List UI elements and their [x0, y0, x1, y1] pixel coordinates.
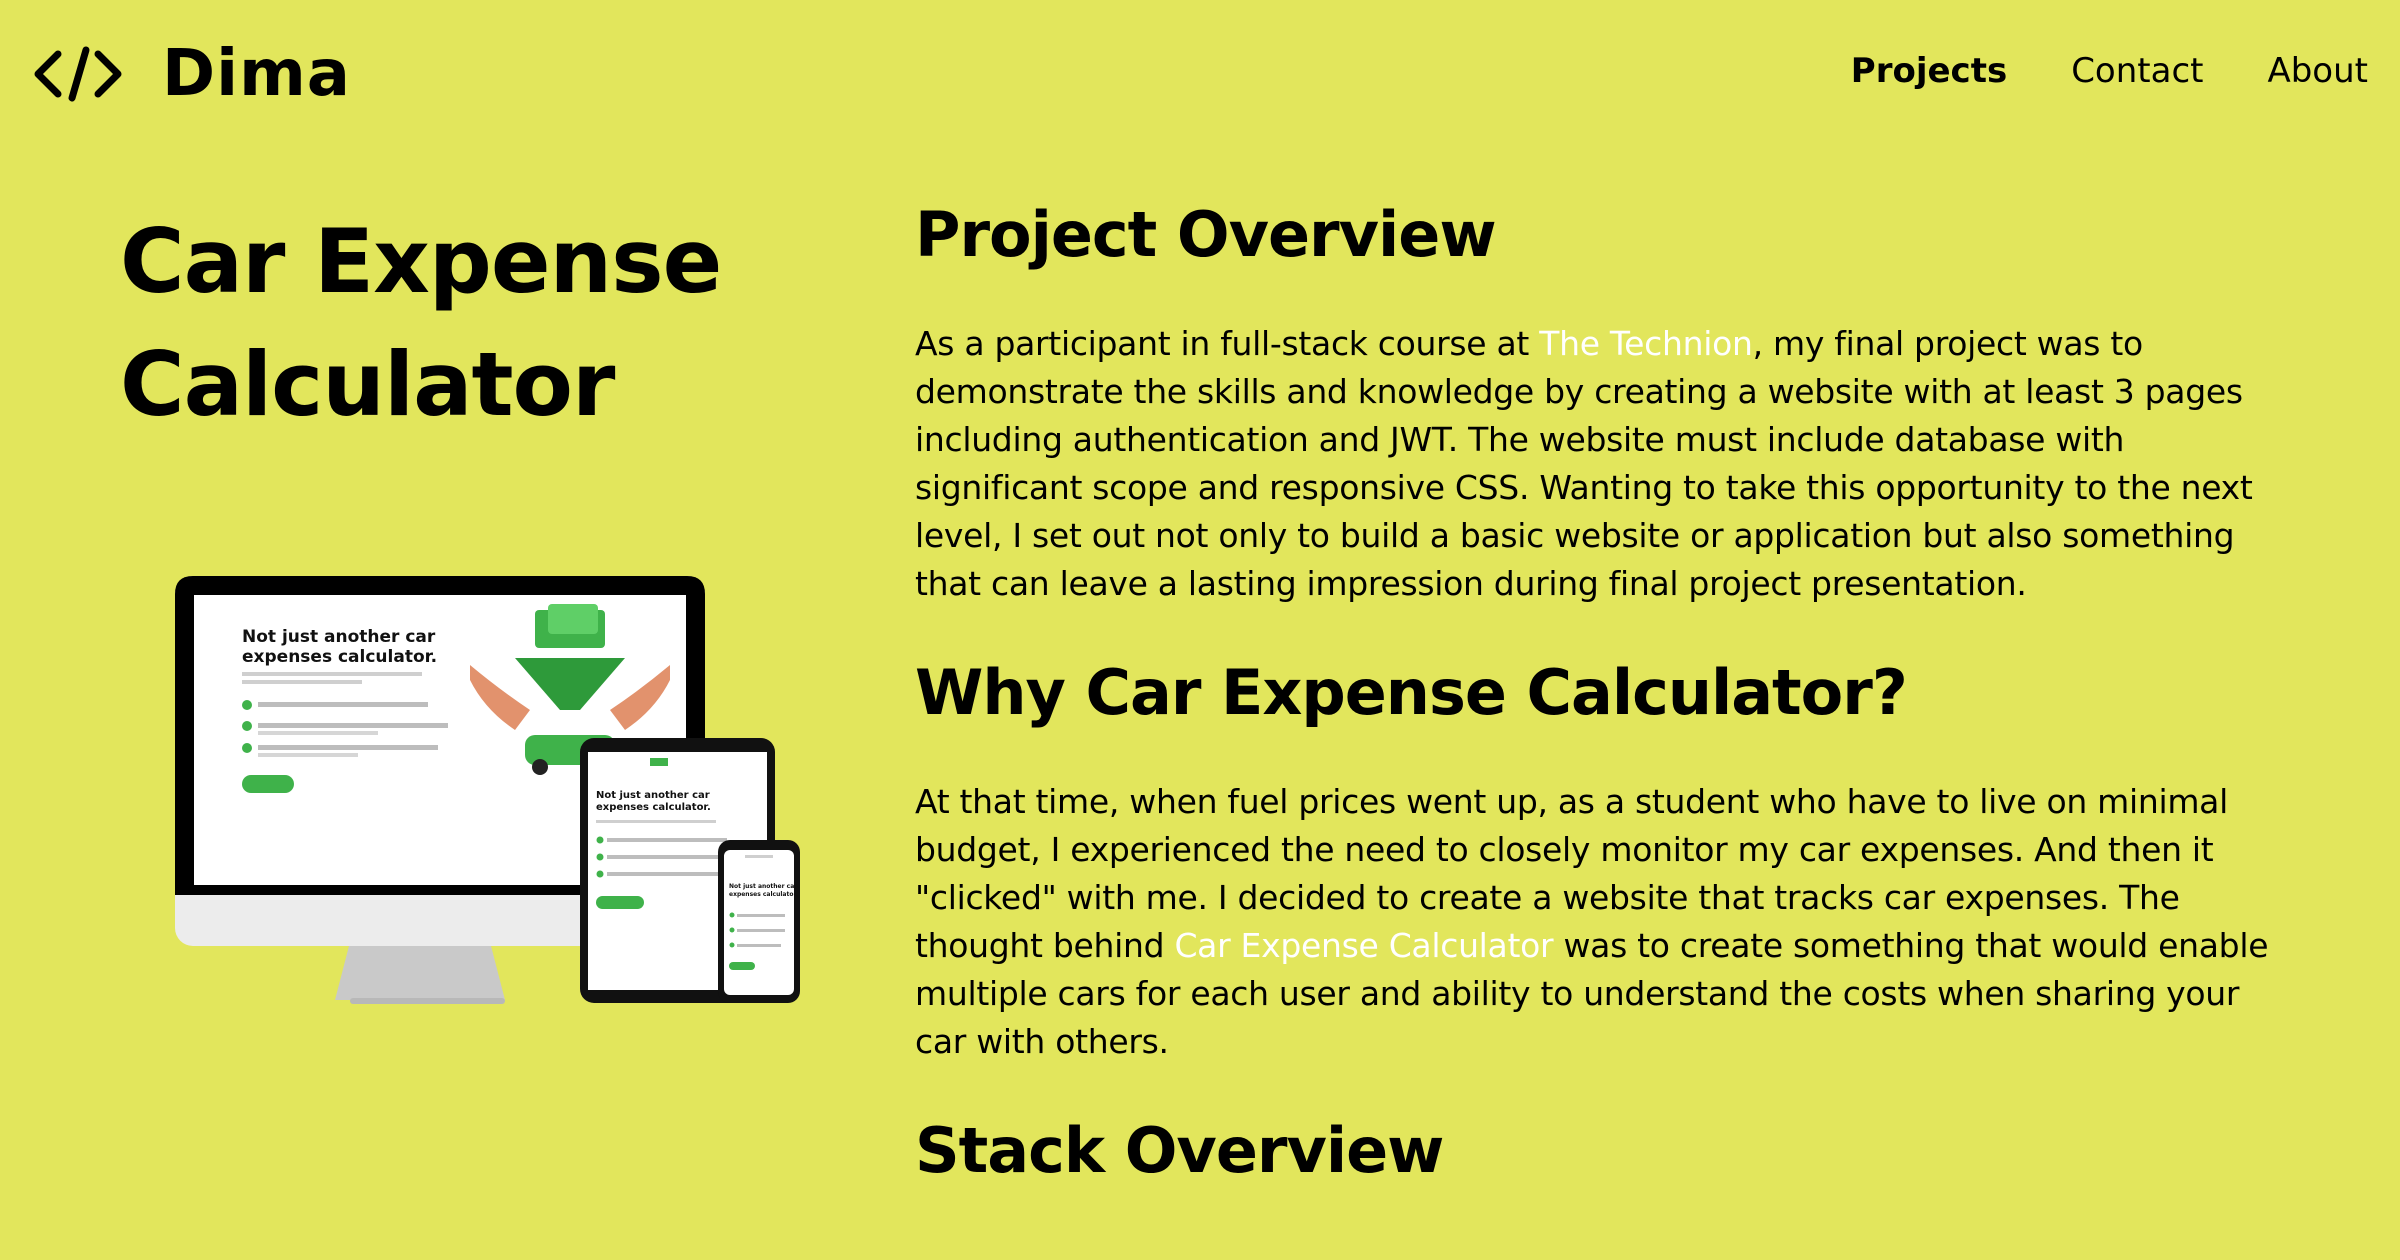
project-content: Project Overview As a participant in ful…	[915, 190, 2295, 1236]
logo-text: Dima	[162, 37, 351, 111]
tablet-heading-2: expenses calculator.	[596, 802, 711, 813]
logo[interactable]: Dima	[32, 38, 351, 110]
overview-text-1: As a participant in full-stack course at	[915, 324, 1540, 363]
nav-projects[interactable]: Projects	[1851, 44, 2007, 98]
phone-heading-1: Not just another car	[729, 883, 797, 890]
nav-about[interactable]: About	[2267, 44, 2368, 98]
project-title: Car Expense Calculator	[120, 200, 840, 446]
nav-contact[interactable]: Contact	[2071, 44, 2203, 98]
overview-text-2: , my final project was to demonstrate th…	[915, 324, 2253, 603]
phone-heading-2: expenses calculator.	[729, 891, 798, 898]
device-mockup-image: Not just another car expenses calculator…	[170, 570, 810, 1010]
code-icon	[32, 44, 124, 104]
page: Dima Projects Contact About Car Expense …	[0, 0, 2400, 1260]
desktop-heading-2: expenses calculator.	[242, 647, 437, 667]
stack-heading: Stack Overview	[915, 1114, 1444, 1187]
overview-heading: Project Overview	[915, 198, 1497, 271]
project-title-line2: Calculator	[120, 333, 615, 436]
why-paragraph: At that time, when fuel prices went up, …	[915, 778, 2295, 1066]
car-expense-calculator-link[interactable]: Car Expense Calculator	[1174, 926, 1553, 965]
project-title-line1: Car Expense	[120, 210, 722, 313]
phone-device: Not just another car expenses calculator…	[718, 840, 800, 1003]
desktop-heading-1: Not just another car	[242, 627, 436, 647]
technion-link[interactable]: The Technion	[1539, 324, 1753, 363]
overview-paragraph: As a participant in full-stack course at…	[915, 320, 2295, 608]
tablet-heading-1: Not just another car	[596, 790, 710, 801]
main-nav: Projects Contact About	[1851, 44, 2368, 98]
why-heading: Why Car Expense Calculator?	[915, 656, 1908, 729]
